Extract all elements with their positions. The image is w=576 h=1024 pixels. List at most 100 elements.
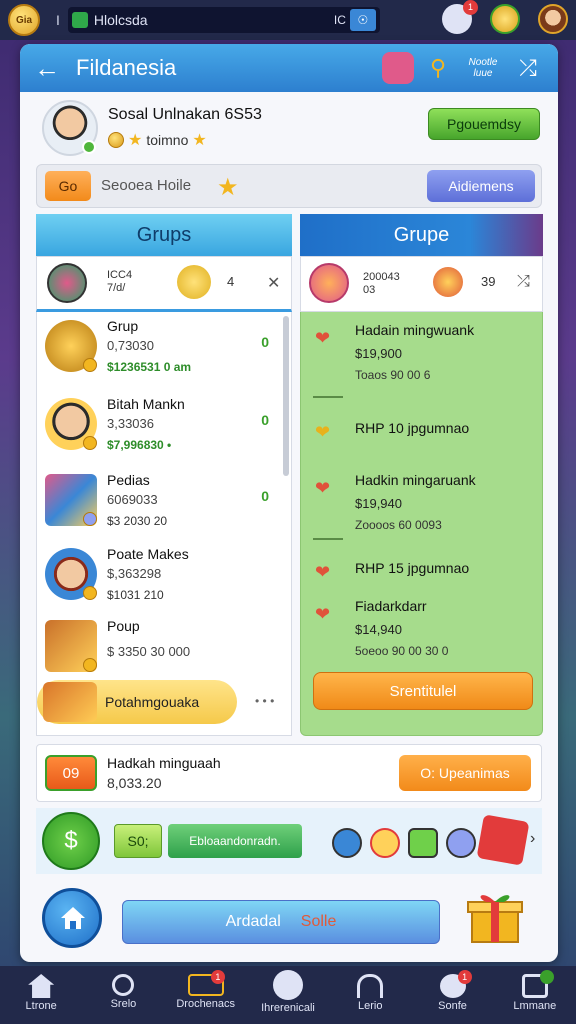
- entry-title: RHP 15 jpgumnao: [355, 560, 470, 576]
- back-arrow-icon[interactable]: ←: [34, 53, 64, 84]
- game-badge-icon[interactable]: [47, 263, 87, 303]
- headset-icon: [357, 974, 384, 998]
- no-icon[interactable]: [370, 828, 400, 858]
- coin-icon: [83, 512, 97, 526]
- nav-home[interactable]: Ltrone: [0, 966, 82, 1024]
- entry-title: Fiadarkdarr: [355, 598, 427, 614]
- entry-sub: Zoooos 60 0093: [355, 518, 442, 532]
- home-button[interactable]: [42, 888, 102, 948]
- bottom-title: Hadkah minguaah: [107, 755, 221, 771]
- bottom-nav: Ltrone Srelo 1 Drochenacs Ihrerenicali L…: [0, 966, 576, 1024]
- search-right-button[interactable]: Aidiemens: [427, 170, 535, 202]
- chevron-right-icon[interactable]: ›: [530, 830, 535, 848]
- divider: [313, 538, 343, 540]
- item-count: 0: [261, 334, 269, 350]
- main-action-button[interactable]: Ardadal Solle: [122, 900, 440, 944]
- cash-icon[interactable]: $: [42, 812, 100, 870]
- gift-icon[interactable]: [466, 888, 524, 944]
- nav-search[interactable]: Srelo: [82, 966, 164, 1024]
- list-item[interactable]: Poup $ 3350 30 000: [45, 614, 277, 680]
- profile-action-button[interactable]: Pgouemdsy: [428, 108, 540, 140]
- coin-icon: [108, 132, 124, 148]
- check-box-icon[interactable]: [408, 828, 438, 858]
- bottom-action-button[interactable]: O: Upeanimas: [399, 755, 531, 791]
- center-icon: [272, 970, 303, 1000]
- nav-headset[interactable]: Lerio: [329, 966, 411, 1024]
- left-sub-count: 4: [227, 274, 235, 289]
- nav-label: Sonfe: [438, 1000, 467, 1012]
- nav-wallet[interactable]: Lmmane: [494, 966, 576, 1024]
- item-money: $1031 210: [107, 588, 164, 602]
- bottom-badge: 09: [45, 755, 97, 791]
- close-icon[interactable]: ✕: [267, 273, 280, 293]
- user-avatar[interactable]: [538, 4, 568, 34]
- item-money: $3 2030 20: [107, 514, 168, 528]
- address-text: Hlolcsda: [93, 12, 148, 28]
- right-action-button[interactable]: Srentitulel: [313, 672, 533, 710]
- online-status-icon: [82, 140, 96, 154]
- item-money: $1236531 0 am: [107, 360, 192, 374]
- nav-chat[interactable]: 1 Sonfe: [411, 966, 493, 1024]
- nav-center[interactable]: Ihrerenicali: [247, 966, 329, 1024]
- item-money: $7,996830 •: [107, 438, 172, 452]
- list-item[interactable]: Poate Makes $,363298 $1031 210: [45, 542, 277, 608]
- coin-icon: [83, 658, 97, 672]
- gift-box-icon[interactable]: [476, 814, 530, 866]
- search-row: Go Seooea Hoile ★ Aidiemens: [36, 164, 542, 208]
- entry-money: $19,900: [355, 346, 402, 361]
- nav-label: Drochenacs: [176, 998, 236, 1010]
- item-name: Grup: [107, 318, 139, 334]
- sb-button[interactable]: S0;: [114, 824, 162, 858]
- edit-icon[interactable]: [446, 828, 476, 858]
- heart-icon: ❤: [315, 328, 331, 348]
- heart-gift-icon[interactable]: [433, 267, 463, 297]
- site-icon: [71, 12, 88, 28]
- list-item[interactable]: Pedias 6069033 $3 2030 20 0: [45, 468, 277, 534]
- smiley-icon[interactable]: [177, 265, 211, 299]
- coin-icon: [83, 436, 97, 450]
- divider: [313, 396, 343, 398]
- shuffle-icon[interactable]: ⤮: [512, 52, 544, 84]
- dollar-badge-icon[interactable]: [309, 263, 349, 303]
- item-value: $,363298: [107, 566, 162, 581]
- bottom-card: 09 Hadkah minguaah 8,033.20 O: Upeanimas: [36, 744, 542, 802]
- scrollbar[interactable]: [283, 316, 289, 476]
- chat-icon[interactable]: 1: [442, 0, 478, 34]
- home-icon: [28, 974, 55, 998]
- search-input[interactable]: Seooea Hoile: [101, 177, 191, 194]
- key-icon[interactable]: ⚲: [422, 52, 454, 84]
- star-icon: ★: [217, 174, 239, 201]
- right-sub-text: 200043 03: [363, 271, 400, 296]
- home-row: Ardadal Solle: [36, 882, 542, 956]
- address-count: IC: [333, 13, 346, 27]
- icon-strip: $ S0; Ebloaandonradn. ›: [36, 808, 542, 874]
- address-bar[interactable]: Hlolcsda IC ☉: [67, 7, 380, 33]
- green-label-button[interactable]: Ebloaandonradn.: [168, 824, 302, 858]
- badge-icon[interactable]: [332, 828, 362, 858]
- tab-grupe[interactable]: Grupe: [300, 214, 543, 256]
- profile-section: Sosal Unlnakan 6S53 ★ toimno ★ Pgouemdsy: [40, 100, 540, 160]
- promo-button[interactable]: Potahmgouaka: [37, 680, 237, 724]
- nav-label: Ihrerenicali: [261, 1002, 315, 1014]
- coin-icon: [83, 358, 97, 372]
- notification-badge: 1: [210, 970, 225, 984]
- go-button[interactable]: Go: [45, 171, 91, 201]
- right-column: Grupe 200043 03 39 ⤮ ❤ Hadain mingwuank …: [300, 214, 543, 736]
- left-subrow: ICC4 7/d/ 4 ✕: [36, 256, 292, 312]
- coin-menu-icon[interactable]: [490, 4, 520, 34]
- shield-icon[interactable]: ☉: [349, 9, 376, 31]
- heart-icon: ❤: [315, 422, 331, 442]
- list-item[interactable]: Grup 0,73030 $1236531 0 am 0: [45, 314, 277, 380]
- main-action-extra: Solle: [300, 913, 337, 930]
- nav-label: Srelo: [110, 998, 137, 1010]
- list-item[interactable]: Bitah Mankn 3,33036 $7,996830 • 0: [45, 392, 277, 458]
- app-logo[interactable]: Gia: [8, 4, 40, 36]
- page-title: Fildanesia: [76, 55, 177, 80]
- item-name: Bitah Mankn: [107, 396, 185, 412]
- badge-icon[interactable]: [382, 52, 414, 84]
- shuffle-icon[interactable]: ⤮: [517, 273, 530, 291]
- tab-grups[interactable]: Grups: [36, 214, 292, 256]
- more-dots[interactable]: • • •: [255, 694, 274, 708]
- nav-screen[interactable]: 1 Drochenacs: [165, 966, 247, 1024]
- item-name: Poup: [107, 618, 140, 634]
